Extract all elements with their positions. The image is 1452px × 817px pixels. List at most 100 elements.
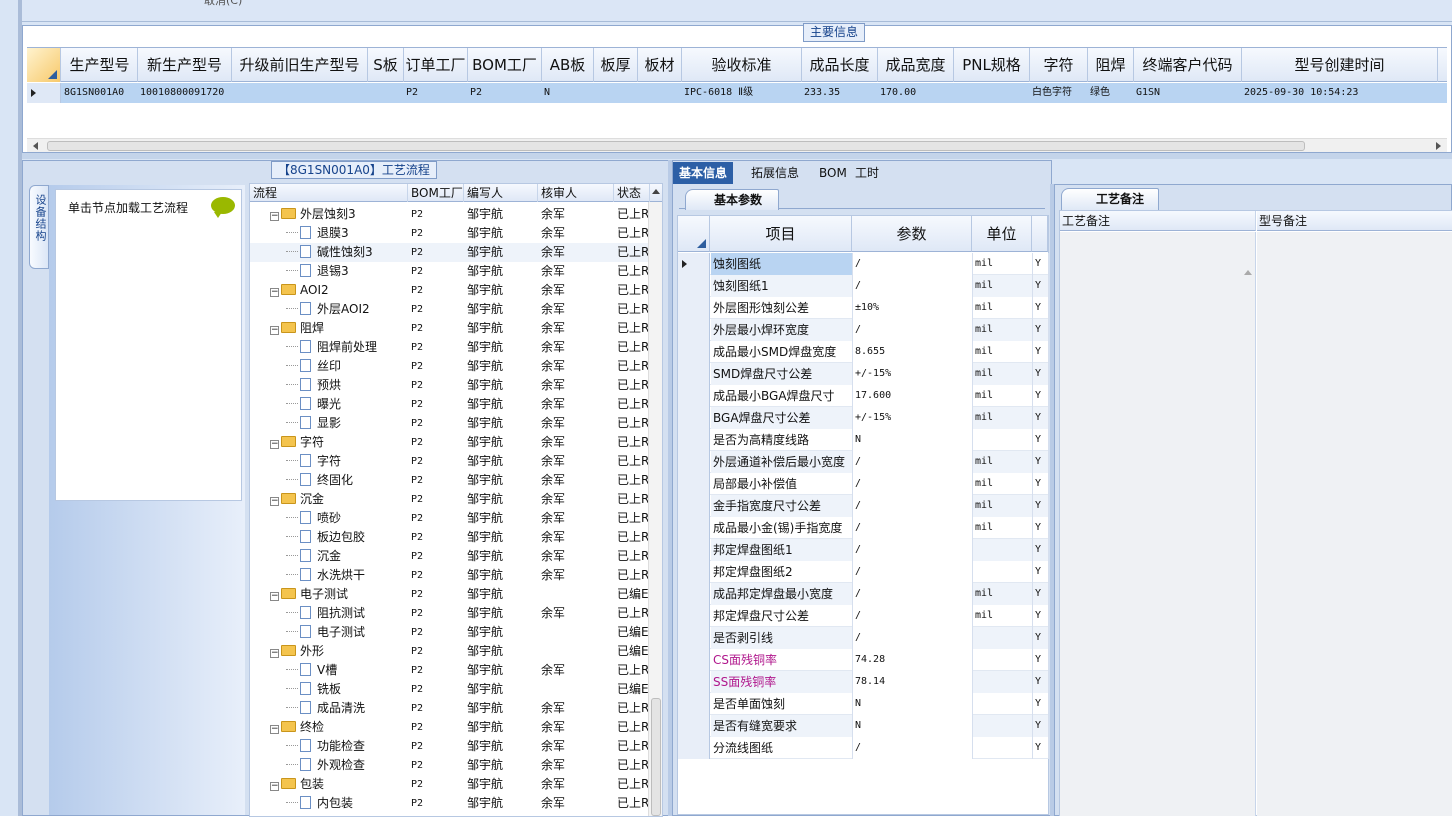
tree-column-header-flow[interactable]: 流程 bbox=[250, 184, 408, 202]
tree-node[interactable]: 曝光 bbox=[250, 395, 408, 414]
tree-row[interactable]: − 终检 P2 邹宇航 余军 已上R bbox=[250, 718, 650, 737]
column-header-ab-board[interactable]: AB板 bbox=[542, 48, 594, 82]
row-selector-icon[interactable] bbox=[678, 363, 710, 385]
column-header-finished-width[interactable]: 成品宽度 bbox=[878, 48, 954, 82]
tree-row[interactable]: 预烘 P2 邹宇航 余军 已上R bbox=[250, 376, 650, 395]
column-header-s-board[interactable]: S板 bbox=[368, 48, 404, 82]
tree-row[interactable]: − 电子测试 P2 邹宇航 已编E bbox=[250, 585, 650, 604]
params-cell-param[interactable]: N bbox=[853, 715, 973, 737]
tree-row[interactable]: 外观检查 P2 邹宇航 余军 已上R bbox=[250, 756, 650, 775]
tree-node[interactable]: 显影 bbox=[250, 414, 408, 433]
tab-process-notes[interactable]: 工艺备注 bbox=[1061, 188, 1160, 210]
column-header-pnl-spec[interactable]: PNL规格 bbox=[954, 48, 1030, 82]
sort-ascending-icon[interactable] bbox=[652, 189, 660, 194]
column-header-new-production-model[interactable]: 新生产型号 bbox=[138, 48, 232, 82]
tree-row[interactable]: 成品清洗 P2 邹宇航 余军 已上R bbox=[250, 699, 650, 718]
tab-bom[interactable]: BOM bbox=[813, 162, 853, 184]
collapse-icon[interactable]: − bbox=[270, 326, 279, 335]
cell-pnl-spec[interactable] bbox=[954, 83, 1030, 103]
tree-row[interactable]: 铣板 P2 邹宇航 已编E bbox=[250, 680, 650, 699]
scrollbar-thumb[interactable] bbox=[651, 698, 661, 816]
table-row[interactable]: 8G1SN001A0 10010800091720 P2 P2 N IPC-6018 Ⅱ级… bbox=[27, 83, 1447, 103]
params-cell-param[interactable]: ±10% bbox=[853, 297, 973, 319]
tree-row[interactable]: 电子测试 P2 邹宇航 已编E bbox=[250, 623, 650, 642]
row-selector-icon[interactable] bbox=[678, 627, 710, 649]
row-selector-icon[interactable] bbox=[678, 297, 710, 319]
params-column-header-unit[interactable]: 单位 bbox=[972, 216, 1032, 252]
column-header-legend-ink[interactable]: 字符 bbox=[1030, 48, 1088, 82]
params-cell-param[interactable]: 78.14 bbox=[853, 671, 973, 693]
row-selector-icon[interactable] bbox=[678, 715, 710, 737]
params-row[interactable]: 是否为高精度线路 N Y bbox=[678, 429, 1049, 451]
tree-row[interactable]: 退膜3 P2 邹宇航 余军 已上R bbox=[250, 224, 650, 243]
collapse-icon[interactable]: − bbox=[270, 440, 279, 449]
tree-row[interactable]: 板边包胶 P2 邹宇航 余军 已上R bbox=[250, 528, 650, 547]
tree-node[interactable]: 阻抗测试 bbox=[250, 604, 408, 623]
tree-row[interactable]: 曝光 P2 邹宇航 余军 已上R bbox=[250, 395, 650, 414]
params-cell-param[interactable]: / bbox=[853, 473, 973, 495]
collapse-icon[interactable]: − bbox=[270, 212, 279, 221]
params-cell-param[interactable]: / bbox=[853, 737, 973, 759]
row-selector-icon[interactable] bbox=[678, 451, 710, 473]
tree-node[interactable]: 成品清洗 bbox=[250, 699, 408, 718]
row-selector-icon[interactable] bbox=[678, 473, 710, 495]
collapse-icon[interactable]: − bbox=[270, 649, 279, 658]
row-selector-icon[interactable] bbox=[678, 583, 710, 605]
cell-finished-width[interactable]: 170.00 bbox=[878, 83, 954, 103]
tree-node[interactable]: 铣板 bbox=[250, 680, 408, 699]
params-row[interactable]: 外层最小焊环宽度 / mil Y bbox=[678, 319, 1049, 341]
tab-work-hours[interactable]: 工时 bbox=[849, 162, 885, 184]
params-row[interactable]: 是否单面蚀刻 N Y bbox=[678, 693, 1049, 715]
column-header-production-model[interactable]: 生产型号 bbox=[62, 48, 138, 82]
tree-node[interactable]: 字符 bbox=[250, 452, 408, 471]
scroll-left-icon[interactable] bbox=[33, 142, 38, 150]
cell-finished-length[interactable]: 233.35 bbox=[802, 83, 878, 103]
cell-model-created-time[interactable]: 2025-09-30 10:54:23 bbox=[1242, 83, 1438, 103]
params-cell-param[interactable]: / bbox=[853, 583, 973, 605]
cell-ab-board[interactable]: N bbox=[542, 83, 594, 103]
tree-row[interactable]: 退锡3 P2 邹宇航 余军 已上R bbox=[250, 262, 650, 281]
tree-node[interactable]: 丝印 bbox=[250, 357, 408, 376]
cell-s-board[interactable] bbox=[368, 83, 404, 103]
tree-node[interactable]: 外层AOI2 bbox=[250, 300, 408, 319]
tree-node[interactable]: − AOI2 bbox=[250, 281, 408, 300]
tree-row[interactable]: 外层AOI2 P2 邹宇航 余军 已上R bbox=[250, 300, 650, 319]
params-row[interactable]: 外层图形蚀刻公差 ±10% mil Y bbox=[678, 297, 1049, 319]
tree-row[interactable]: − 阻焊 P2 邹宇航 余军 已上R bbox=[250, 319, 650, 338]
load-flow-box[interactable]: 单击节点加载工艺流程 bbox=[55, 189, 242, 501]
tree-node[interactable]: V槽 bbox=[250, 661, 408, 680]
params-cell-param[interactable]: 8.655 bbox=[853, 341, 973, 363]
tree-node[interactable]: 退膜3 bbox=[250, 224, 408, 243]
cell-production-model[interactable]: 8G1SN001A0 bbox=[62, 83, 138, 103]
column-header-old-production-model[interactable]: 升级前旧生产型号 bbox=[232, 48, 368, 82]
tree-row[interactable]: 内包装 P2 邹宇航 余军 已上R bbox=[250, 794, 650, 813]
column-header-bom-factory[interactable]: BOM工厂 bbox=[468, 48, 542, 82]
params-row[interactable]: 成品邦定焊盘最小宽度 / mil Y bbox=[678, 583, 1049, 605]
params-cell-param[interactable]: 74.28 bbox=[853, 649, 973, 671]
tree-node[interactable]: 电子测试 bbox=[250, 623, 408, 642]
params-row[interactable]: 蚀刻图纸 / mil Y bbox=[678, 253, 1049, 275]
row-selector-icon[interactable] bbox=[678, 275, 710, 297]
row-selector-icon[interactable] bbox=[678, 561, 710, 583]
tab-basic-info[interactable]: 基本信息 bbox=[673, 162, 734, 184]
tree-node[interactable]: − 终检 bbox=[250, 718, 408, 737]
cell-new-production-model[interactable]: 10010800091720 bbox=[138, 83, 232, 103]
tree-row[interactable]: 功能检查 P2 邹宇航 余军 已上R bbox=[250, 737, 650, 756]
params-cell-param[interactable]: / bbox=[853, 517, 973, 539]
horizontal-splitter[interactable] bbox=[22, 153, 1452, 159]
tree-node[interactable]: 功能检查 bbox=[250, 737, 408, 756]
params-row[interactable]: 成品最小BGA焊盘尺寸 17.600 mil Y bbox=[678, 385, 1049, 407]
model-notes-column-header[interactable]: 型号备注 bbox=[1257, 211, 1452, 231]
params-cell-param[interactable]: 17.600 bbox=[853, 385, 973, 407]
tree-node[interactable]: 板边包胶 bbox=[250, 528, 408, 547]
tree-node[interactable]: 外观检查 bbox=[250, 756, 408, 775]
params-row[interactable]: CS面残铜率 74.28 Y bbox=[678, 649, 1049, 671]
tree-node[interactable]: − 外形 bbox=[250, 642, 408, 661]
params-column-header-param[interactable]: 参数 bbox=[852, 216, 972, 252]
column-header-end-customer-code[interactable]: 终端客户代码 bbox=[1134, 48, 1242, 82]
tree-row[interactable]: 字符 P2 邹宇航 余军 已上R bbox=[250, 452, 650, 471]
params-cell-param[interactable]: +/-15% bbox=[853, 363, 973, 385]
params-row[interactable]: 分流线图纸 / Y bbox=[678, 737, 1049, 759]
row-selector-icon[interactable] bbox=[678, 407, 710, 429]
cell-board-thickness[interactable] bbox=[594, 83, 638, 103]
